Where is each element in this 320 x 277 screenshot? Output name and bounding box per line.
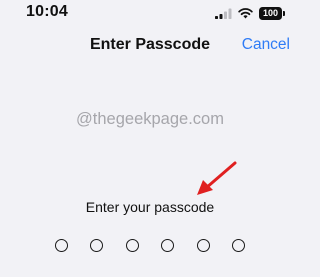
passcode-prompt: Enter your passcode bbox=[85, 199, 215, 215]
wifi-icon bbox=[238, 7, 253, 19]
red-arrow-icon bbox=[197, 161, 237, 195]
status-bar: 10:04 100 bbox=[0, 0, 300, 28]
passcode-dot bbox=[125, 239, 139, 252]
passcode-dot bbox=[196, 239, 210, 252]
passcode-dot bbox=[55, 239, 68, 252]
status-time: 10:04 bbox=[26, 3, 68, 20]
passcode-dot bbox=[161, 239, 175, 252]
passcode-dots bbox=[55, 239, 245, 252]
battery-level-text: 100 bbox=[262, 7, 279, 18]
signal-bars-icon bbox=[215, 8, 232, 19]
status-icons: 100 bbox=[215, 6, 285, 20]
cancel-button[interactable]: Cancel bbox=[242, 36, 290, 54]
passcode-dot bbox=[90, 239, 104, 252]
battery-icon: 100 bbox=[259, 6, 285, 20]
watermark-text: @thegeekpage.com bbox=[76, 110, 224, 128]
passcode-dot bbox=[231, 239, 245, 252]
